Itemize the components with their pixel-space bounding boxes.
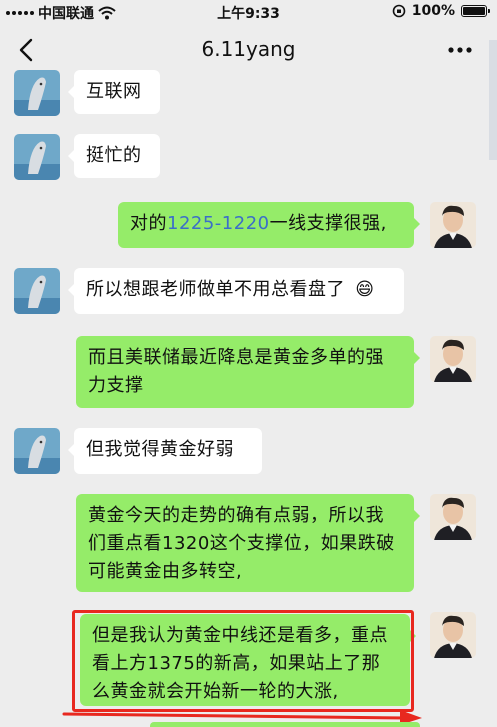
- message-text: 挺忙的: [86, 145, 142, 166]
- message-row: 但我觉得黄金好弱: [0, 428, 497, 478]
- partial-bubble-edge: [150, 722, 420, 727]
- chat-title: 6.11yang: [201, 37, 296, 61]
- chat-header: 6.11yang: [0, 24, 497, 76]
- message-text: 所以想跟老师做单不用总看盘了: [86, 279, 345, 300]
- message-text: 互联网: [86, 81, 142, 102]
- status-bar: 中国联通 上午9:33 100%: [0, 0, 497, 24]
- message-row: 黄金今天的走势的确有点弱，所以我们重点看1320这个支撑位，如果跌破可能黄金由多…: [0, 494, 497, 594]
- message-text: 黄金今天的走势的确有点弱，所以我们重点看1320这个支撑位，如果跌破可能黄金由多…: [88, 505, 395, 582]
- orientation-lock-icon: [392, 4, 406, 18]
- message-bubble[interactable]: 互联网: [68, 70, 160, 114]
- message-bubble[interactable]: 但我觉得黄金好弱: [68, 428, 262, 474]
- man-avatar-icon: [430, 336, 476, 382]
- message-text: 但我觉得黄金好弱: [86, 439, 234, 460]
- man-avatar-icon: [430, 494, 476, 540]
- message-bubble[interactable]: 而且美联储最近降息是黄金多单的强力支撑: [76, 336, 420, 408]
- user-avatar[interactable]: [430, 336, 476, 382]
- man-avatar-icon: [430, 612, 476, 658]
- message-row: 互联网: [0, 70, 497, 120]
- man-avatar-icon: [430, 202, 476, 248]
- message-bubble[interactable]: 黄金今天的走势的确有点弱，所以我们重点看1320这个支撑位，如果跌破可能黄金由多…: [76, 494, 420, 592]
- message-bubble[interactable]: 挺忙的: [68, 134, 160, 178]
- message-text: 而且美联储最近降息是黄金多单的强力支撑: [88, 347, 384, 396]
- message-bubble[interactable]: 对的1225-1220一线支撑很强,: [118, 202, 420, 248]
- message-row: 挺忙的: [0, 134, 497, 184]
- more-options-icon[interactable]: [445, 40, 475, 60]
- message-row: 所以想跟老师做单不用总看盘了 😄: [0, 268, 497, 318]
- status-right: 100%: [392, 3, 490, 19]
- message-row: 但是我认为黄金中线还是看多，重点看上方1375的新高，如果站上了那么黄金就会开始…: [0, 610, 497, 720]
- dolphin-avatar-icon: [14, 70, 60, 116]
- user-avatar[interactable]: [430, 494, 476, 540]
- contact-avatar[interactable]: [14, 134, 60, 180]
- user-avatar[interactable]: [430, 612, 476, 658]
- contact-avatar[interactable]: [14, 428, 60, 474]
- message-row: 而且美联储最近降息是黄金多单的强力支撑: [0, 336, 497, 412]
- contact-avatar[interactable]: [14, 268, 60, 314]
- message-text: 对的: [130, 213, 167, 234]
- dolphin-avatar-icon: [14, 268, 60, 314]
- dolphin-avatar-icon: [14, 134, 60, 180]
- battery-icon: [461, 5, 490, 17]
- red-highlight-box: [72, 610, 414, 712]
- number-link[interactable]: 1225-1220: [167, 213, 270, 234]
- message-text: 一线支撑很强,: [269, 213, 387, 234]
- message-bubble[interactable]: 所以想跟老师做单不用总看盘了 😄: [68, 268, 404, 314]
- dolphin-avatar-icon: [14, 428, 60, 474]
- grin-emoji-icon: 😄: [355, 279, 375, 300]
- message-row: 对的1225-1220一线支撑很强,: [0, 202, 497, 252]
- contact-avatar[interactable]: [14, 70, 60, 116]
- battery-percent: 100%: [411, 3, 455, 19]
- user-avatar[interactable]: [430, 202, 476, 248]
